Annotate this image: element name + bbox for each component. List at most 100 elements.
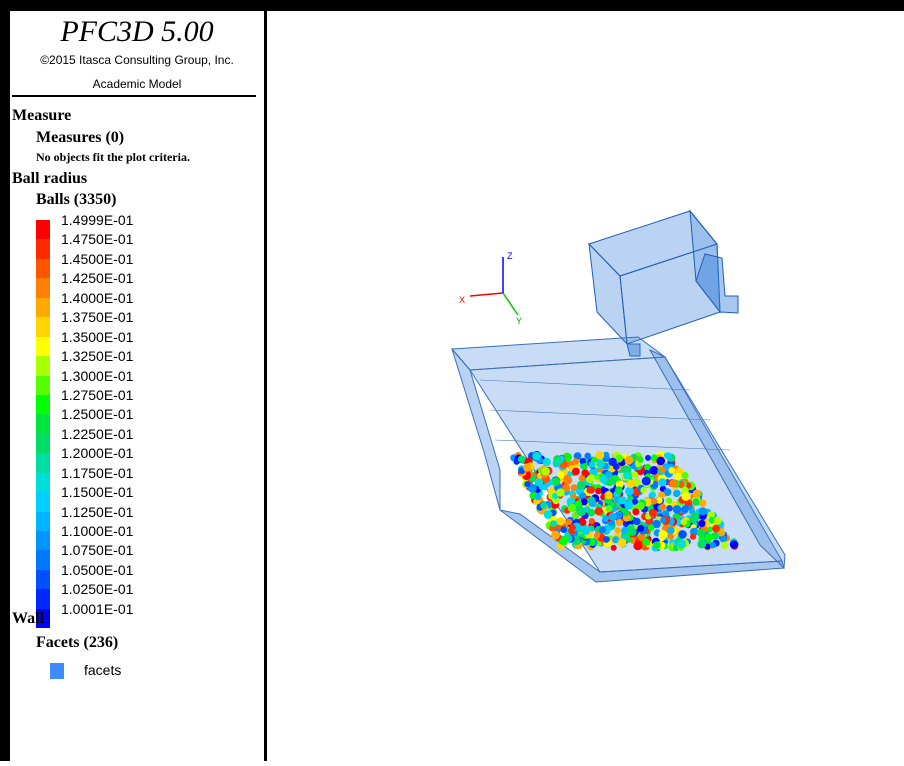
- ball: [632, 508, 640, 516]
- ball: [658, 530, 667, 539]
- model-view-canvas[interactable]: X Z Y: [267, 11, 904, 761]
- ball: [587, 508, 596, 517]
- scale-label: 1.4500E-01: [61, 250, 134, 267]
- ball: [653, 541, 661, 549]
- ball: [534, 493, 541, 501]
- ball: [572, 458, 579, 465]
- colorbar-swatch: [36, 317, 50, 337]
- ball: [692, 489, 701, 499]
- ball: [610, 544, 617, 551]
- ball: [598, 526, 607, 534]
- ball: [681, 492, 691, 501]
- ball: [572, 467, 580, 476]
- colorbar-swatch: [36, 278, 50, 298]
- ball: [563, 475, 573, 485]
- facets-label: facets: [84, 662, 122, 678]
- ball: [608, 457, 617, 467]
- colorbar-swatch: [36, 258, 50, 279]
- scale-label: 1.4750E-01: [61, 231, 134, 248]
- ball: [588, 518, 596, 525]
- axis-triad: X Z Y: [459, 251, 522, 326]
- ball: [659, 503, 667, 511]
- scale-label: 1.4250E-01: [61, 270, 134, 287]
- scale-label: 1.3000E-01: [61, 367, 134, 384]
- ball: [580, 463, 588, 470]
- colorbar-swatch: [36, 375, 50, 395]
- ball: [677, 539, 687, 549]
- wall-heading: Wall: [12, 610, 45, 627]
- ball: [608, 512, 617, 521]
- colorbar-swatch: [36, 531, 50, 551]
- ball: [633, 541, 643, 551]
- colorbar-swatch: [36, 336, 50, 357]
- ball-radius-heading: Ball radius: [12, 170, 88, 187]
- ball: [541, 484, 548, 491]
- ball: [582, 526, 591, 536]
- ball: [674, 489, 681, 497]
- ball: [625, 486, 634, 496]
- ball: [631, 471, 639, 479]
- ball: [550, 520, 557, 527]
- ball: [709, 542, 717, 549]
- title-rule: [12, 95, 256, 97]
- ball: [689, 533, 697, 540]
- scale-label: 1.3500E-01: [61, 328, 134, 345]
- colorbar-swatch: [36, 569, 50, 590]
- 3d-viewport[interactable]: X Z Y: [267, 11, 904, 761]
- scale-label: 1.2250E-01: [61, 425, 134, 442]
- ball: [523, 463, 532, 472]
- ball: [566, 518, 573, 526]
- ball: [602, 515, 609, 522]
- ball: [696, 528, 706, 538]
- ball: [534, 478, 544, 487]
- ball: [649, 466, 659, 475]
- ball: [617, 538, 627, 548]
- scale-label: 1.1750E-01: [61, 464, 134, 481]
- ball: [645, 454, 651, 461]
- window-frame-left: [0, 0, 10, 761]
- ball: [627, 495, 634, 502]
- ball: [614, 527, 621, 534]
- colorbar-swatch: [36, 239, 50, 259]
- measures-count: Measures (0): [36, 129, 125, 146]
- axis-z-label: Z: [507, 251, 513, 261]
- ball: [595, 450, 605, 460]
- scale-label: 1.0250E-01: [61, 581, 134, 598]
- ball: [681, 505, 689, 513]
- ball: [556, 488, 565, 497]
- scale-label: 1.2750E-01: [61, 386, 134, 403]
- ball: [543, 510, 553, 519]
- ball: [552, 477, 561, 486]
- ball: [594, 507, 603, 516]
- ball: [626, 479, 636, 489]
- ball: [604, 491, 613, 500]
- colorbar-swatch: [36, 550, 50, 570]
- ball: [667, 526, 675, 535]
- ball: [637, 524, 645, 532]
- ball: [569, 524, 576, 531]
- ball: [713, 516, 722, 525]
- ball: [604, 471, 613, 479]
- ball: [602, 536, 610, 543]
- scale-label: 1.3250E-01: [61, 348, 134, 365]
- measure-heading: Measure: [12, 107, 72, 124]
- ball: [586, 475, 594, 484]
- ball-radius-colorbar: [36, 220, 50, 629]
- scale-label: 1.0001E-01: [61, 600, 134, 617]
- ball: [618, 496, 627, 505]
- ball: [712, 524, 720, 533]
- model-label: Academic Model: [92, 77, 182, 91]
- ball: [541, 467, 550, 476]
- colorbar-swatch: [36, 589, 50, 609]
- ball: [633, 517, 641, 526]
- ball: [557, 471, 565, 479]
- hopper-box: [588, 209, 739, 357]
- colorbar-swatch: [36, 472, 50, 493]
- copyright-text: ©2015 Itasca Consulting Group, Inc.: [40, 53, 234, 67]
- ball: [615, 486, 623, 495]
- scale-label: 1.3750E-01: [61, 309, 134, 326]
- ball: [584, 452, 591, 460]
- ball: [656, 456, 665, 466]
- ball: [641, 476, 651, 486]
- ball: [636, 502, 645, 510]
